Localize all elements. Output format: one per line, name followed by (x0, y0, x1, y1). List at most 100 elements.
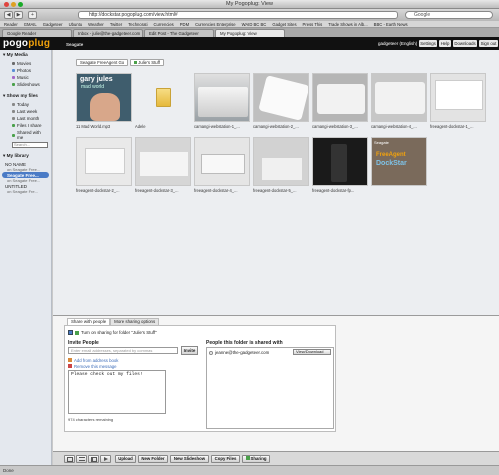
sidebar-item-photos[interactable]: Photos (0, 67, 51, 74)
bookmark-item[interactable]: Weather (88, 21, 104, 27)
sidebar: ▾ My Media Movies Photos Music Slideshow… (0, 50, 52, 465)
window-controls[interactable] (4, 2, 23, 7)
view-details-button[interactable] (88, 455, 99, 463)
thumb-photo[interactable] (194, 73, 250, 122)
sign-out-button[interactable]: Sign out (479, 40, 498, 47)
sidebar-item-files-i-share[interactable]: Files I share (0, 122, 51, 129)
thumb-photo[interactable] (312, 73, 368, 122)
bookmark-item[interactable]: GMAIL (24, 21, 37, 27)
sidebar-item-last-month[interactable]: Last month (0, 115, 51, 122)
add-from-book-link[interactable]: Add from address book (68, 358, 118, 363)
bookmark-item[interactable]: WAID BC BC (242, 21, 267, 27)
search-field[interactable]: Google (405, 11, 493, 19)
thumb-photo[interactable] (194, 137, 250, 186)
grid-icon (66, 457, 73, 462)
bookmark-item[interactable]: PDM (180, 21, 189, 27)
thumb-photo[interactable] (312, 137, 368, 186)
bookmark-item[interactable]: Gadget Sites (272, 21, 296, 27)
thumb-caption: camangi-webstation-4_... (371, 124, 417, 129)
bookmark-item[interactable]: BBC - Earth News (374, 21, 408, 27)
new-slideshow-button[interactable]: New Slideshow (170, 455, 209, 463)
tab-share-with-people[interactable]: Share with people (67, 318, 111, 325)
bookmark-item[interactable]: Trade Shows in Alb... (328, 21, 367, 27)
thumb-folder[interactable] (135, 73, 191, 122)
view-list-button[interactable] (76, 455, 87, 463)
shared-person-row: jeanne@the-gadgeteer.com (209, 350, 269, 355)
sidebar-files-title[interactable]: ▾ Show my files (0, 91, 51, 101)
window-titlebar: My Pogoplug: View (0, 0, 499, 9)
tab-edit-post[interactable]: Edit Post - The Gadgeteer (144, 29, 214, 37)
device-image (85, 148, 125, 174)
device-image (262, 158, 302, 180)
invite-email-input[interactable]: Enter email addresses, separated by comm… (68, 347, 178, 354)
back-button[interactable]: ◀ (4, 11, 13, 19)
bookmark-item[interactable]: Reader (4, 21, 18, 27)
upload-button[interactable]: Upload (115, 455, 136, 463)
close-window-button[interactable] (4, 2, 9, 7)
remove-person-icon[interactable] (209, 350, 213, 355)
bookmark-item[interactable]: Technorati (128, 21, 147, 27)
new-folder-button[interactable]: New Folder (138, 455, 168, 463)
sidebar-library-title[interactable]: ▾ My library (0, 151, 51, 161)
sidebar-item-slideshows[interactable]: Slideshows (0, 81, 51, 88)
downloads-button[interactable]: Downloads (453, 40, 477, 47)
address-bar[interactable]: http://dockstar.pogoplug.com/view.html# (78, 11, 398, 19)
tab-google-reader[interactable]: Google Reader (2, 29, 72, 37)
copy-files-button[interactable]: Copy Files (211, 455, 240, 463)
sidebar-search-input[interactable]: Search... (12, 142, 48, 148)
thumb-caption: camangi-webstation-1_... (194, 124, 240, 129)
sharing-checkbox[interactable] (68, 330, 73, 335)
pogoplug-logo[interactable]: pogoplug (3, 38, 50, 49)
device-image (198, 87, 248, 117)
bookmark-item[interactable]: Twitter (110, 21, 122, 27)
thumb-photo[interactable] (253, 137, 309, 186)
bookmark-item[interactable]: Press This (303, 21, 323, 27)
permission-select[interactable]: View/Download (293, 349, 331, 355)
bookmark-item[interactable]: Currencies Enterprise (195, 21, 236, 27)
bookmark-item[interactable]: Gadgeteer (43, 21, 63, 27)
tab-inbox[interactable]: Inbox - julie@the-gadgeteer.com (73, 29, 143, 37)
bookmark-item[interactable]: Ubuntu (69, 21, 83, 27)
sidebar-item-shared-with-me[interactable]: Shared with me (0, 129, 51, 141)
thumb-photo[interactable] (253, 73, 309, 122)
help-button[interactable]: Help (439, 40, 451, 47)
breadcrumb-folder[interactable]: Julie's Stuff (130, 59, 164, 66)
sidebar-media-title[interactable]: ▾ My Media (0, 50, 51, 60)
forward-button[interactable]: ▶ (14, 11, 23, 19)
add-bookmark-button[interactable]: + (28, 11, 37, 19)
zoom-window-button[interactable] (18, 2, 23, 7)
thumb-caption: camangi-webstation-2_... (253, 124, 299, 129)
clock-icon (12, 103, 15, 106)
sidebar-item-today[interactable]: Today (0, 101, 51, 108)
share-icon (12, 124, 15, 127)
remove-message-link[interactable]: Remove this message (68, 364, 117, 369)
chars-remaining: 974 characters remaining (68, 417, 114, 422)
invite-title: Invite People (68, 340, 99, 346)
sharing-tabs: Share with people More sharing options (67, 318, 160, 325)
thumb-photo[interactable] (76, 137, 132, 186)
bookmark-item[interactable]: Currencies (154, 21, 174, 27)
thumb-photo[interactable] (430, 73, 486, 122)
thumb-photo[interactable] (135, 137, 191, 186)
file-browser: Seagate FreeAgent Go Julie's Stuff gary … (53, 50, 499, 315)
thumb-album-art[interactable]: gary jules mad world (76, 73, 132, 122)
sidebar-item-movies[interactable]: Movies (0, 60, 51, 67)
view-slideshow-button[interactable] (100, 455, 111, 463)
breadcrumb-device[interactable]: Seagate FreeAgent Go (76, 59, 129, 66)
tab-more-sharing-options[interactable]: More sharing options (110, 318, 160, 325)
thumb-photo[interactable] (371, 73, 427, 122)
thumb-dockstar-box[interactable]: Seagate FreeAgent DockStar (371, 137, 427, 186)
sidebar-item-music[interactable]: Music (0, 74, 51, 81)
breadcrumb: Seagate FreeAgent Go Julie's Stuff (76, 59, 164, 66)
invite-message-textarea[interactable]: Please check out my files! (68, 370, 166, 414)
tab-pogoplug[interactable]: My Pogoplug: View (215, 29, 285, 37)
minimize-window-button[interactable] (11, 2, 16, 7)
box-brand: Seagate (374, 140, 389, 145)
invite-button[interactable]: Invite (181, 346, 198, 355)
sharing-button[interactable]: Sharing (242, 455, 270, 463)
device-image (317, 84, 365, 114)
view-grid-button[interactable] (64, 455, 75, 463)
remove-icon (68, 364, 72, 368)
sidebar-item-last-week[interactable]: Last week (0, 108, 51, 115)
settings-button[interactable]: Settings (419, 40, 437, 47)
